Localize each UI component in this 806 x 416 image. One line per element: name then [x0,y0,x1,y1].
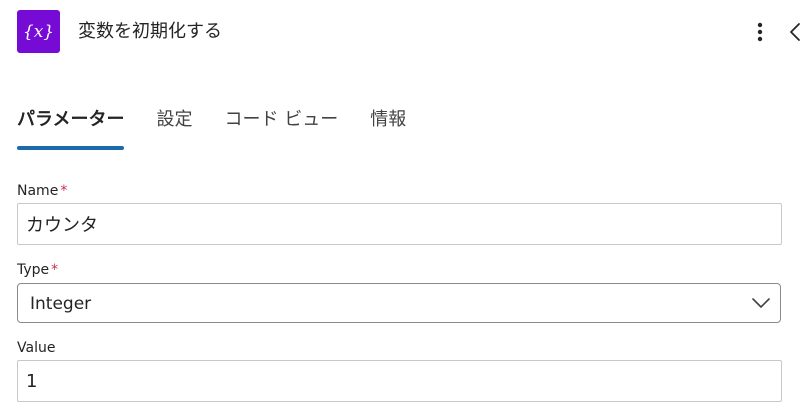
tab-code-view[interactable]: コード ビュー [224,104,338,150]
action-title: 変数を初期化する [78,21,222,42]
variable-icon: {x} [17,10,60,53]
value-label: Value [17,339,55,357]
value-label-text: Value [17,340,56,356]
required-mark: * [60,183,68,199]
name-label-text: Name [17,183,59,199]
type-label-text: Type [17,262,50,278]
tab-settings[interactable]: 設定 [156,104,192,150]
tab-about[interactable]: 情報 [370,104,406,150]
type-dropdown[interactable]: Integer [17,283,781,323]
name-input[interactable] [17,203,782,245]
more-vertical-icon [757,22,763,42]
type-label: Type * [17,261,58,279]
name-label: Name * [17,182,67,200]
type-selected-value: Integer [30,294,92,314]
panel-header: {x} 変数を初期化する [0,0,806,64]
chevron-left-icon [790,23,800,41]
svg-text:{x}: {x} [23,22,54,42]
more-options-button[interactable] [748,16,772,48]
chevron-down-icon [752,298,770,308]
tab-parameters[interactable]: パラメーター [17,104,125,150]
value-input[interactable] [17,360,782,402]
required-mark: * [51,262,59,278]
action-details-panel: {x} 変数を初期化する パラメーター 設定 コード ビュー 情報 Name * … [0,0,806,416]
tab-bar: パラメーター 設定 コード ビュー 情報 [17,104,438,152]
collapse-panel-button[interactable] [788,16,806,48]
